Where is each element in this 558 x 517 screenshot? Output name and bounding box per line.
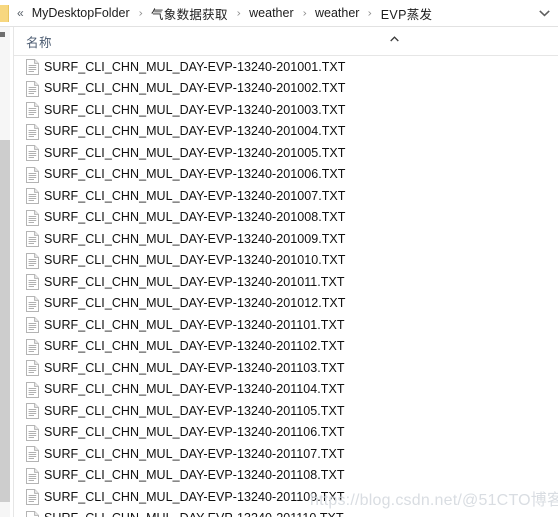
text-file-icon [26, 123, 39, 140]
breadcrumb-item-mydesktopfolder[interactable]: MyDesktopFolder [29, 4, 133, 22]
navigation-pane [0, 27, 14, 517]
file-list-item[interactable]: SURF_CLI_CHN_MUL_DAY-EVP-13240-201104.TX… [14, 379, 558, 401]
text-file-icon [26, 252, 39, 269]
file-list-item[interactable]: SURF_CLI_CHN_MUL_DAY-EVP-13240-201009.TX… [14, 228, 558, 250]
text-file-icon [26, 467, 39, 484]
text-file-icon [26, 446, 39, 462]
file-name-label: SURF_CLI_CHN_MUL_DAY-EVP-13240-201109.TX… [44, 489, 345, 504]
folder-icon [0, 4, 9, 22]
file-name-label: SURF_CLI_CHN_MUL_DAY-EVP-13240-201009.TX… [44, 231, 346, 246]
file-list-item[interactable]: SURF_CLI_CHN_MUL_DAY-EVP-13240-201007.TX… [14, 185, 558, 207]
file-list-item[interactable]: SURF_CLI_CHN_MUL_DAY-EVP-13240-201102.TX… [14, 336, 558, 358]
file-list-item[interactable]: SURF_CLI_CHN_MUL_DAY-EVP-13240-201108.TX… [14, 465, 558, 487]
file-list-item[interactable]: SURF_CLI_CHN_MUL_DAY-EVP-13240-201008.TX… [14, 207, 558, 229]
file-list-item[interactable]: SURF_CLI_CHN_MUL_DAY-EVP-13240-201004.TX… [14, 121, 558, 143]
file-name-label: SURF_CLI_CHN_MUL_DAY-EVP-13240-201001.TX… [44, 59, 346, 74]
text-file-icon [26, 403, 39, 419]
file-name-label: SURF_CLI_CHN_MUL_DAY-EVP-13240-201102.TX… [44, 339, 345, 354]
file-list-item[interactable]: SURF_CLI_CHN_MUL_DAY-EVP-13240-201110.TX… [14, 508, 558, 517]
text-file-icon [26, 145, 39, 161]
breadcrumb: MyDesktopFolder › 气象数据获取 › weather › wea… [29, 2, 436, 25]
chevron-up-icon [387, 32, 401, 46]
file-name-label: SURF_CLI_CHN_MUL_DAY-EVP-13240-201103.TX… [44, 360, 345, 375]
navigation-pane-scrollbar-thumb[interactable] [0, 140, 10, 502]
file-name-label: SURF_CLI_CHN_MUL_DAY-EVP-13240-201105.TX… [44, 403, 345, 418]
text-file-icon [26, 424, 39, 441]
file-list-item[interactable]: SURF_CLI_CHN_MUL_DAY-EVP-13240-201107.TX… [14, 443, 558, 465]
text-file-icon [26, 381, 39, 398]
breadcrumb-item-evp[interactable]: EVP蒸发 [378, 2, 436, 25]
text-file-icon [26, 102, 39, 118]
text-file-icon [26, 166, 39, 183]
column-header-name-label: 名称 [26, 35, 53, 50]
file-name-label: SURF_CLI_CHN_MUL_DAY-EVP-13240-201011.TX… [44, 274, 345, 289]
chevron-down-icon[interactable] [532, 1, 556, 25]
file-name-label: SURF_CLI_CHN_MUL_DAY-EVP-13240-201101.TX… [44, 317, 345, 332]
navigation-pane-item-marker [0, 32, 5, 37]
breadcrumb-separator[interactable]: › [229, 8, 248, 19]
file-list-item[interactable]: SURF_CLI_CHN_MUL_DAY-EVP-13240-201006.TX… [14, 164, 558, 186]
file-name-label: SURF_CLI_CHN_MUL_DAY-EVP-13240-201010.TX… [44, 253, 346, 268]
file-list-item[interactable]: SURF_CLI_CHN_MUL_DAY-EVP-13240-201101.TX… [14, 314, 558, 336]
text-file-icon [26, 188, 39, 204]
column-header-name[interactable]: 名称 [26, 27, 52, 55]
file-name-label: SURF_CLI_CHN_MUL_DAY-EVP-13240-201007.TX… [44, 188, 346, 203]
text-file-icon [26, 338, 39, 355]
text-file-icon [26, 209, 39, 226]
file-name-label: SURF_CLI_CHN_MUL_DAY-EVP-13240-201008.TX… [44, 210, 346, 225]
file-name-label: SURF_CLI_CHN_MUL_DAY-EVP-13240-201006.TX… [44, 167, 346, 182]
breadcrumb-overflow-button[interactable]: « [17, 7, 27, 19]
text-file-icon [26, 231, 39, 247]
text-file-icon [26, 274, 39, 290]
address-bar: « MyDesktopFolder › 气象数据获取 › weather › w… [0, 0, 558, 27]
breadcrumb-separator[interactable]: › [131, 8, 150, 19]
breadcrumb-item-weather-1[interactable]: weather [246, 4, 296, 22]
file-list-item[interactable]: SURF_CLI_CHN_MUL_DAY-EVP-13240-201103.TX… [14, 357, 558, 379]
file-list-item[interactable]: SURF_CLI_CHN_MUL_DAY-EVP-13240-201105.TX… [14, 400, 558, 422]
file-list-item[interactable]: SURF_CLI_CHN_MUL_DAY-EVP-13240-201001.TX… [14, 56, 558, 78]
breadcrumb-item-weather-2[interactable]: weather [312, 4, 362, 22]
file-name-label: SURF_CLI_CHN_MUL_DAY-EVP-13240-201106.TX… [44, 425, 345, 440]
file-name-label: SURF_CLI_CHN_MUL_DAY-EVP-13240-201002.TX… [44, 81, 346, 96]
file-name-label: SURF_CLI_CHN_MUL_DAY-EVP-13240-201012.TX… [44, 296, 346, 311]
file-list-item[interactable]: SURF_CLI_CHN_MUL_DAY-EVP-13240-201002.TX… [14, 78, 558, 100]
file-list-item[interactable]: SURF_CLI_CHN_MUL_DAY-EVP-13240-201012.TX… [14, 293, 558, 315]
file-name-label: SURF_CLI_CHN_MUL_DAY-EVP-13240-201003.TX… [44, 102, 346, 117]
file-list-item[interactable]: SURF_CLI_CHN_MUL_DAY-EVP-13240-201106.TX… [14, 422, 558, 444]
file-list-item[interactable]: SURF_CLI_CHN_MUL_DAY-EVP-13240-201109.TX… [14, 486, 558, 508]
file-name-label: SURF_CLI_CHN_MUL_DAY-EVP-13240-201004.TX… [44, 124, 346, 139]
text-file-icon [26, 510, 39, 517]
breadcrumb-separator[interactable]: › [361, 8, 380, 19]
column-header-row: 名称 [14, 27, 558, 56]
file-name-label: SURF_CLI_CHN_MUL_DAY-EVP-13240-201005.TX… [44, 145, 346, 160]
text-file-icon [26, 80, 39, 97]
navigation-pane-scrollbar-track[interactable] [0, 27, 10, 517]
text-file-icon [26, 489, 39, 505]
file-name-label: SURF_CLI_CHN_MUL_DAY-EVP-13240-201110.TX… [44, 511, 344, 517]
file-list-item[interactable]: SURF_CLI_CHN_MUL_DAY-EVP-13240-201003.TX… [14, 99, 558, 121]
file-list-item[interactable]: SURF_CLI_CHN_MUL_DAY-EVP-13240-201011.TX… [14, 271, 558, 293]
file-list-item[interactable]: SURF_CLI_CHN_MUL_DAY-EVP-13240-201005.TX… [14, 142, 558, 164]
text-file-icon [26, 360, 39, 376]
file-explorer-window: « MyDesktopFolder › 气象数据获取 › weather › w… [0, 0, 558, 517]
file-name-label: SURF_CLI_CHN_MUL_DAY-EVP-13240-201108.TX… [44, 468, 345, 483]
file-name-label: SURF_CLI_CHN_MUL_DAY-EVP-13240-201107.TX… [44, 446, 345, 461]
text-file-icon [26, 317, 39, 333]
text-file-icon [26, 295, 39, 312]
breadcrumb-item-weather-data[interactable]: 气象数据获取 [148, 2, 231, 25]
file-list[interactable]: SURF_CLI_CHN_MUL_DAY-EVP-13240-201001.TX… [14, 56, 558, 517]
file-list-item[interactable]: SURF_CLI_CHN_MUL_DAY-EVP-13240-201010.TX… [14, 250, 558, 272]
file-name-label: SURF_CLI_CHN_MUL_DAY-EVP-13240-201104.TX… [44, 382, 345, 397]
breadcrumb-separator[interactable]: › [295, 8, 314, 19]
text-file-icon [26, 59, 39, 75]
